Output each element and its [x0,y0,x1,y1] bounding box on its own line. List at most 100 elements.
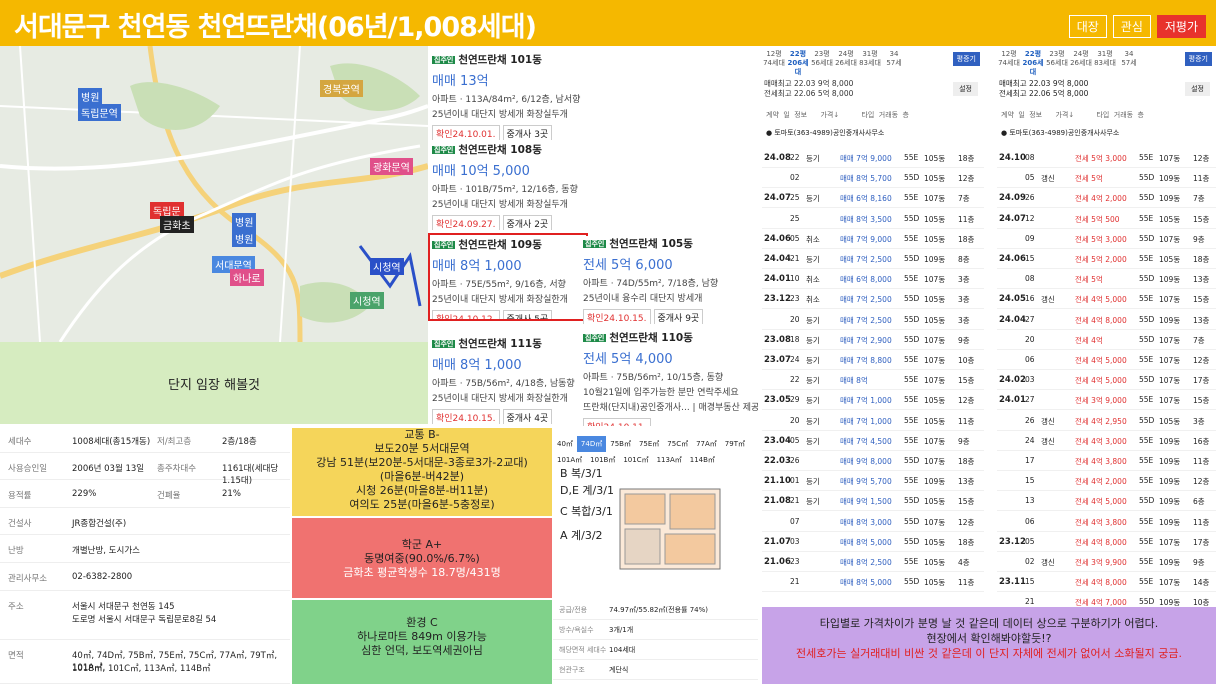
table-row[interactable]: 24.07 12 전세 5억 500 55E 105동 15층 [997,209,1216,229]
table-row[interactable]: 06 전세 4억 5,000 55E 107동 12층 [997,350,1216,370]
table-row[interactable]: 02 매매 8억 5,700 55D 105동 12층 [762,168,984,189]
pyeong-tab[interactable]: 24평 [834,50,858,59]
table-row[interactable]: 06 전세 4억 3,800 55E 109동 11층 [997,512,1216,532]
table-row[interactable]: 09 전세 5억 3,000 55D 107동 9층 [997,229,1216,249]
map-label[interactable]: 시청역 [350,292,384,309]
area-tab[interactable]: 113A㎡ [653,452,686,468]
table-row[interactable]: 24.04 21 등기 매매 7억 2,500 55D 109동 8층 [762,249,984,269]
area-tab[interactable]: 114B㎡ [686,452,719,468]
table-row[interactable]: 24.07 25 등기 매매 6억 8,160 55E 107동 7층 [762,188,984,209]
map-label[interactable]: 병원 [232,213,257,230]
table-row[interactable]: 21.08 21 등기 매매 9억 1,500 55D 105동 15층 [762,491,984,512]
table-row[interactable]: 25 매매 8억 3,500 55D 105동 11층 [762,209,984,229]
pyeong-tab[interactable]: 22평 [1021,50,1045,59]
add-pyeong-button[interactable]: 평증기 [1184,52,1212,66]
agents-button[interactable]: 중개사 2곳 [502,215,553,230]
map-label[interactable]: 경복궁역 [320,80,363,97]
table-row[interactable]: 15 전세 4억 2,000 55E 109동 12층 [997,471,1216,492]
table-row[interactable]: 24.04 27 전세 4억 8,000 55D 109동 13층 [997,310,1216,330]
area-tab[interactable]: 40㎡ [553,436,577,452]
table-row[interactable]: 21 매매 8억 5,000 55D 105동 11층 [762,572,984,593]
table-row[interactable]: 22 등기 매매 8억 55E 107동 15층 [762,370,984,391]
table-row[interactable]: 24.06 15 전세 5억 2,000 55E 105동 18층 [997,249,1216,269]
pyeong-tab[interactable]: 31평 [858,50,882,59]
pyeong-tab[interactable]: 34 [882,50,906,59]
listing-card[interactable]: 집주인 천연뜨란채 110동 전세 5억 4,000 아파트 · 75B/56m²… [583,330,758,426]
listing-card[interactable]: 집주인 천연뜨란채 101동 매매 13억 아파트 · 113A/84m², 6/… [432,52,592,140]
listing-card-selected[interactable]: 집주인 천연뜨란채 109동 매매 8억 1,000 아파트 · 75E/55m²… [428,233,588,321]
agents-button[interactable]: 중개사 3곳 [502,125,553,140]
ledger-button[interactable]: 대장 [1068,15,1107,38]
pyeong-tab[interactable]: 23평 [1045,50,1069,59]
table-row[interactable]: 23.11 15 전세 4억 8,000 55E 107동 14층 [997,572,1216,593]
area-tab[interactable]: 79T㎡ [721,436,749,452]
interest-button[interactable]: 관심 [1112,15,1151,38]
deal-price: 전세 5억 3,000 [1075,154,1127,163]
deal-type: 55E [904,233,919,243]
map-label[interactable]: 병원 [78,88,103,105]
table-row[interactable]: 20 전세 4억 55D 107동 7층 [997,330,1216,350]
table-row[interactable]: 08 전세 5억 55D 109동 13층 [997,269,1216,290]
pyeong-tab[interactable]: 12평 [762,50,786,59]
table-row[interactable]: 13 전세 4억 5,000 55D 109동 6층 [997,491,1216,512]
table-row[interactable]: 21.07 03 매매 8억 5,000 55D 105동 18층 [762,532,984,552]
map-label[interactable]: 시청역 [370,258,404,275]
map-label[interactable]: 하나로 [230,269,264,286]
table-row[interactable]: 20 등기 매매 7억 1,000 55E 105동 11층 [762,411,984,431]
agents-button[interactable]: 중개사 5곳 [502,310,553,319]
table-row[interactable]: 23.07 24 등기 매매 7억 8,800 55E 107동 10층 [762,350,984,370]
info-key: 세대수 [8,437,32,447]
pyeong-tab[interactable]: 22평 [786,50,810,59]
listing-card[interactable]: 집주인 천연뜨란채 105동 전세 5억 6,000 아파트 · 74D/55m²… [583,236,743,324]
table-row[interactable]: 24.02 03 전세 4억 5,000 55D 107동 17층 [997,370,1216,391]
listing-card[interactable]: 집주인 천연뜨란채 108동 매매 10억 5,000 아파트 · 101B/75… [432,142,592,230]
map-view[interactable]: 병원 독립문역 경복궁역 광화문역 독립문 금화초 병원 병원 서대문역 하나로… [0,46,428,342]
map-label[interactable]: 독립문역 [78,104,121,121]
area-tab[interactable]: 75B㎡ [606,436,635,452]
table-row[interactable]: 24.01 10 취소 매매 6억 8,000 55E 107동 3층 [762,269,984,290]
table-row[interactable]: 24.09 26 전세 4억 2,000 55D 109동 7층 [997,188,1216,209]
map-label[interactable]: 병원 [232,230,257,247]
table-row[interactable]: 21.10 01 등기 매매 9억 5,700 55E 109동 13층 [762,471,984,492]
map-label[interactable]: 광화문역 [370,158,413,175]
table-row[interactable]: 21.06 23 매매 8억 2,500 55E 105동 4층 [762,552,984,572]
undervalued-button[interactable]: 저평가 [1156,15,1206,38]
settings-button[interactable]: 설정 [953,82,978,96]
table-row[interactable]: 23.04 05 등기 매매 7억 4,500 55E 107동 9층 [762,431,984,451]
table-row[interactable]: 23.12 05 전세 4억 8,000 55E 107동 17층 [997,532,1216,552]
pyeong-tab[interactable]: 34 [1117,50,1141,59]
settings-button[interactable]: 설정 [1185,82,1210,96]
add-pyeong-button[interactable]: 평증기 [952,52,980,66]
map-label[interactable]: 금화초 [160,216,194,233]
area-tab[interactable]: 75E㎡ [635,436,663,452]
area-tab[interactable]: 74D㎡ [576,436,607,452]
area-tab[interactable]: 75C㎡ [663,436,692,452]
pyeong-tab[interactable]: 24평 [1069,50,1093,59]
listing-name: 천연뜨란채 105동 [609,238,693,250]
pyeong-tab[interactable]: 31평 [1093,50,1117,59]
table-row[interactable]: 02 갱신 전세 3억 9,900 55E 109동 9층 [997,552,1216,572]
table-row[interactable]: 24.01 27 전세 3억 9,000 55E 107동 15층 [997,390,1216,411]
table-row[interactable]: 05 갱신 전세 5억 55D 109동 11층 [997,168,1216,189]
table-row[interactable]: 24 갱신 전세 4억 3,000 55E 109동 16층 [997,431,1216,451]
table-row[interactable]: 07 매매 8억 3,000 55D 107동 12층 [762,512,984,532]
listing-card[interactable]: 집주인 천연뜨란채 111동 매매 8억 1,000 아파트 · 75B/56m²… [432,336,592,424]
area-tab[interactable]: 77A㎡ [692,436,721,452]
table-row[interactable]: 17 전세 4억 3,800 55E 109동 11층 [997,451,1216,471]
deal-floor: 18층 [958,234,975,244]
deal-price: 매매 7억 1,000 [840,396,892,406]
pyeong-tab[interactable]: 23평 [810,50,834,59]
table-row[interactable]: 23.05 29 등기 매매 7억 1,000 55E 105동 12층 [762,390,984,411]
table-row[interactable]: 23.12 23 취소 매매 7억 2,500 55D 105동 3층 [762,289,984,310]
table-row[interactable]: 24.08 22 등기 매매 7억 9,000 55E 105동 18층 [762,148,984,168]
table-row[interactable]: 22.03 26 매매 9억 8,000 55D 107동 18층 [762,451,984,471]
table-row[interactable]: 23.08 18 등기 매매 7억 2,900 55D 107동 9층 [762,330,984,350]
agents-button[interactable]: 중개사 4곳 [502,409,553,424]
table-row[interactable]: 24.10 08 전세 5억 3,000 55E 107동 12층 [997,148,1216,168]
table-row[interactable]: 24.05 16 갱신 전세 4억 5,000 55E 107동 15층 [997,289,1216,310]
table-row[interactable]: 20 등기 매매 7억 2,500 55D 105동 3층 [762,310,984,330]
table-row[interactable]: 26 갱신 전세 4억 2,950 55D 105동 3층 [997,411,1216,431]
pyeong-tab[interactable]: 12평 [997,50,1021,59]
agents-button[interactable]: 중개사 9곳 [653,309,704,324]
table-row[interactable]: 24.06 05 취소 매매 7억 9,000 55E 105동 18층 [762,229,984,249]
